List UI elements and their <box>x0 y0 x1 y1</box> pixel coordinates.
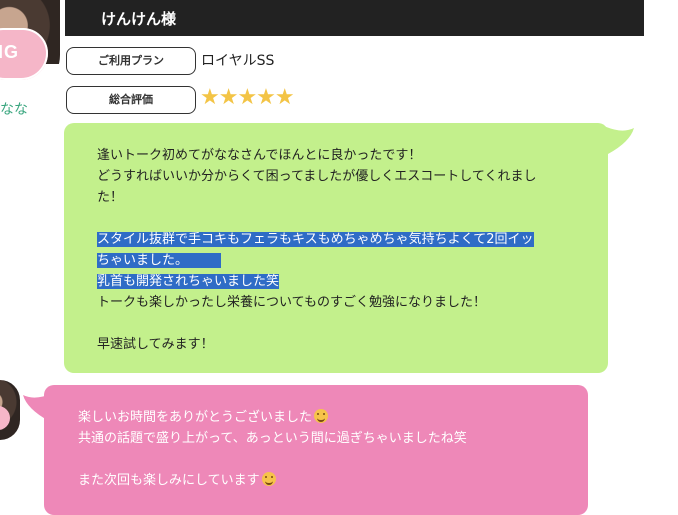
selected-text: ちゃいました。 <box>97 253 182 268</box>
reply-line <box>78 449 563 470</box>
review-line-selected: スタイル抜群で手コキもフェラもキスもめちゃめちゃ気持ちよくて2回イッ <box>97 229 582 250</box>
review-line: 早速試してみます！ <box>97 337 214 352</box>
plan-value: ロイヤルSS <box>201 53 275 69</box>
reply-line-text: 楽しいお時間をありがとうございました <box>78 410 313 425</box>
review-header: けんけん様 <box>65 0 644 36</box>
bubble-tail-icon <box>604 126 634 154</box>
review-line: トークも楽しかったし栄養についてものすごく勉強になりました！ <box>97 295 486 310</box>
review-line: た！ <box>97 190 124 205</box>
review-line <box>97 313 582 334</box>
cast-name[interactable]: なな <box>0 99 28 119</box>
reply-line: また次回も楽しみにしています <box>78 470 563 491</box>
review-line: 逢いトーク初めてがななさんでほんとに良かったです！ <box>97 148 422 163</box>
reply-line: 共通の話題で盛り上がって、あっという間に過ぎちゃいましたね笑 <box>78 431 467 446</box>
badge-text: NG <box>0 42 19 62</box>
review-bubble: 逢いトーク初めてがななさんでほんとに良かったです！ どうすればいいか分からくて困… <box>64 123 608 373</box>
selected-text: スタイル抜群で手コキもフェラもキスもめちゃめちゃ気持ちよくて2回イッ <box>97 232 534 247</box>
smiling-face-icon <box>261 472 276 486</box>
selected-text: 乳首も開発されちゃいました笑 <box>97 274 280 289</box>
heart-badge-icon: NG <box>0 28 48 80</box>
smiling-face-icon <box>314 409 329 423</box>
reply-line-text: また次回も楽しみにしています <box>78 473 260 488</box>
plan-label: ご利用プラン <box>66 47 196 75</box>
cast-avatar[interactable]: NG <box>0 0 60 94</box>
reply-bubble: 楽しいお時間をありがとうございました 共通の話題で盛り上がって、あっという間に過… <box>44 385 588 515</box>
rating-label: 総合評価 <box>66 86 196 114</box>
review-line-selected: ちゃいました。 <box>97 250 582 271</box>
reply-text: 楽しいお時間をありがとうございました 共通の話題で盛り上がって、あっという間に過… <box>78 407 563 491</box>
review-line-selected: 乳首も開発されちゃいました笑 <box>97 271 582 292</box>
review-text: 逢いトーク初めてがななさんでほんとに良かったです！ どうすればいいか分からくて困… <box>97 145 582 355</box>
cast-avatar-small[interactable]: G <box>0 380 20 440</box>
star-rating: ★★★★★ <box>200 85 295 110</box>
reply-line: 楽しいお時間をありがとうございました <box>78 407 563 428</box>
customer-name: けんけん様 <box>101 10 177 28</box>
review-line <box>97 208 582 229</box>
review-line: どうすればいいか分からくて困ってましたが優しくエスコートしてくれまし <box>97 169 537 184</box>
